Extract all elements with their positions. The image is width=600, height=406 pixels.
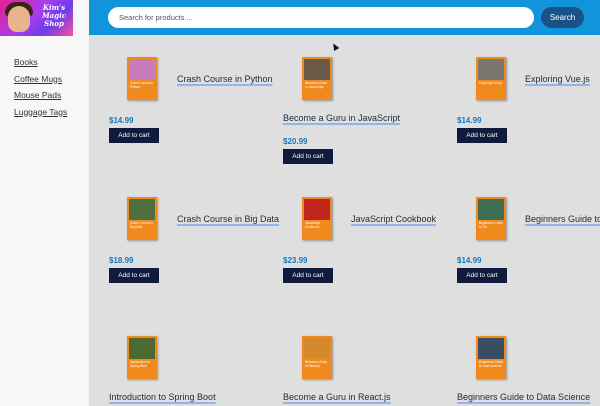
cover-image	[129, 338, 155, 359]
book-cover[interactable]: Crash Course in Python	[127, 57, 157, 100]
book-cover[interactable]: Crash Course in Big Data	[127, 197, 157, 240]
product-title-link[interactable]: Become a Guru in React.js	[283, 392, 391, 402]
search-input[interactable]	[108, 7, 534, 28]
cover-title: Crash Course in Big Data	[130, 221, 154, 229]
cover-image	[478, 338, 504, 359]
search-button[interactable]: Search	[541, 7, 584, 28]
product-title-link[interactable]: Exploring Vue.js	[525, 74, 590, 84]
product-title-link[interactable]: Beginners Guide to Data Science	[457, 392, 590, 402]
product-price: $18.99	[109, 256, 134, 265]
book-cover[interactable]: Exploring Vue.js	[476, 57, 506, 100]
book-cover[interactable]: Introduction to Spring Boot	[127, 336, 157, 379]
cover-image	[304, 338, 330, 359]
top-bar: Search	[89, 0, 600, 35]
logo-text: Kim's Magic Shop	[41, 3, 67, 28]
book-cover[interactable]: Become a Guru in React.js	[302, 336, 332, 379]
add-to-cart-button[interactable]: Add to cart	[457, 128, 507, 143]
product-title-link[interactable]: Crash Course in Big Data	[177, 214, 279, 224]
product-price: $14.99	[457, 256, 482, 265]
product-price: $14.99	[109, 116, 134, 125]
product-title-link[interactable]: Become a Guru in JavaScript	[283, 113, 400, 123]
cover-image	[129, 199, 155, 220]
category-link-coffee-mugs[interactable]: Coffee Mugs	[14, 71, 67, 88]
add-to-cart-button[interactable]: Add to cart	[283, 149, 333, 164]
add-to-cart-button[interactable]: Add to cart	[109, 128, 159, 143]
category-list: Books Coffee Mugs Mouse Pads Luggage Tag…	[14, 54, 67, 120]
cover-image	[478, 59, 504, 80]
product-price: $23.99	[283, 256, 308, 265]
avatar-face	[8, 6, 30, 32]
book-cover[interactable]: Become a Guru in JavaScript	[302, 57, 332, 100]
mouse-cursor-icon	[330, 41, 340, 52]
cover-image	[129, 59, 155, 80]
product-title-link[interactable]: JavaScript Cookbook	[351, 214, 436, 224]
cover-title: Introduction to Spring Boot	[130, 360, 151, 368]
add-to-cart-button[interactable]: Add to cart	[457, 268, 507, 283]
add-to-cart-button[interactable]: Add to cart	[283, 268, 333, 283]
product-price: $20.99	[283, 137, 308, 146]
cover-title: Crash Course in Python	[130, 81, 154, 89]
category-link-books[interactable]: Books	[14, 54, 67, 71]
cover-title: Become a Guru in JavaScript	[305, 81, 328, 89]
book-cover[interactable]: Beginners Guide to Data Science	[476, 336, 506, 379]
cover-title: Beginners Guide to Go	[479, 221, 503, 229]
product-price: $14.99	[457, 116, 482, 125]
shop-logo[interactable]: Kim's Magic Shop	[0, 0, 73, 36]
cover-image	[304, 199, 330, 220]
cover-title: Become a Guru in React.js	[305, 360, 328, 368]
book-cover[interactable]: Beginners Guide to Go	[476, 197, 506, 240]
product-title-link[interactable]: Beginners Guide to Go	[525, 214, 600, 224]
book-cover[interactable]: JavaScript Cookbook	[302, 197, 332, 240]
product-title-link[interactable]: Introduction to Spring Boot	[109, 392, 216, 402]
product-title-link[interactable]: Crash Course in Python	[177, 74, 273, 84]
cover-image	[478, 199, 504, 220]
add-to-cart-button[interactable]: Add to cart	[109, 268, 159, 283]
category-link-luggage-tags[interactable]: Luggage Tags	[14, 104, 67, 121]
category-link-mouse-pads[interactable]: Mouse Pads	[14, 87, 67, 104]
cover-title: Exploring Vue.js	[479, 81, 502, 85]
cover-title: JavaScript Cookbook	[305, 221, 320, 229]
cover-title: Beginners Guide to Data Science	[479, 360, 503, 368]
cover-image	[304, 59, 330, 80]
sidebar: Kim's Magic Shop Books Coffee Mugs Mouse…	[0, 0, 89, 406]
